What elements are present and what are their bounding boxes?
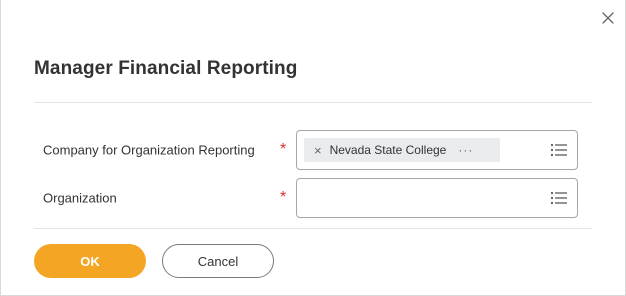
list-icon[interactable] xyxy=(550,191,568,205)
selected-value-pill[interactable]: × Nevada State College ··· xyxy=(304,138,500,162)
cancel-button[interactable]: Cancel xyxy=(162,244,274,278)
footer-divider xyxy=(34,228,592,229)
remove-selection-icon[interactable]: × xyxy=(314,144,322,157)
close-icon[interactable] xyxy=(601,11,615,25)
company-field-row: Company for Organization Reporting * × N… xyxy=(34,130,578,170)
more-options-icon[interactable]: ··· xyxy=(458,143,473,157)
required-marker: * xyxy=(280,141,287,158)
list-icon[interactable] xyxy=(550,143,568,157)
ok-button[interactable]: OK xyxy=(34,244,146,278)
dialog-title: Manager Financial Reporting xyxy=(34,58,298,79)
organization-field-row: Organization * xyxy=(34,178,578,218)
company-field-label: Company for Organization Reporting xyxy=(43,142,255,158)
modal-dialog: Manager Financial Reporting Company for … xyxy=(0,0,626,296)
organization-prompt-field[interactable] xyxy=(296,178,578,218)
company-prompt-field[interactable]: × Nevada State College ··· xyxy=(296,130,578,170)
selected-value-text: Nevada State College xyxy=(329,143,447,157)
header-divider xyxy=(34,102,592,103)
required-marker: * xyxy=(280,189,287,206)
organization-field-label: Organization xyxy=(43,190,117,206)
